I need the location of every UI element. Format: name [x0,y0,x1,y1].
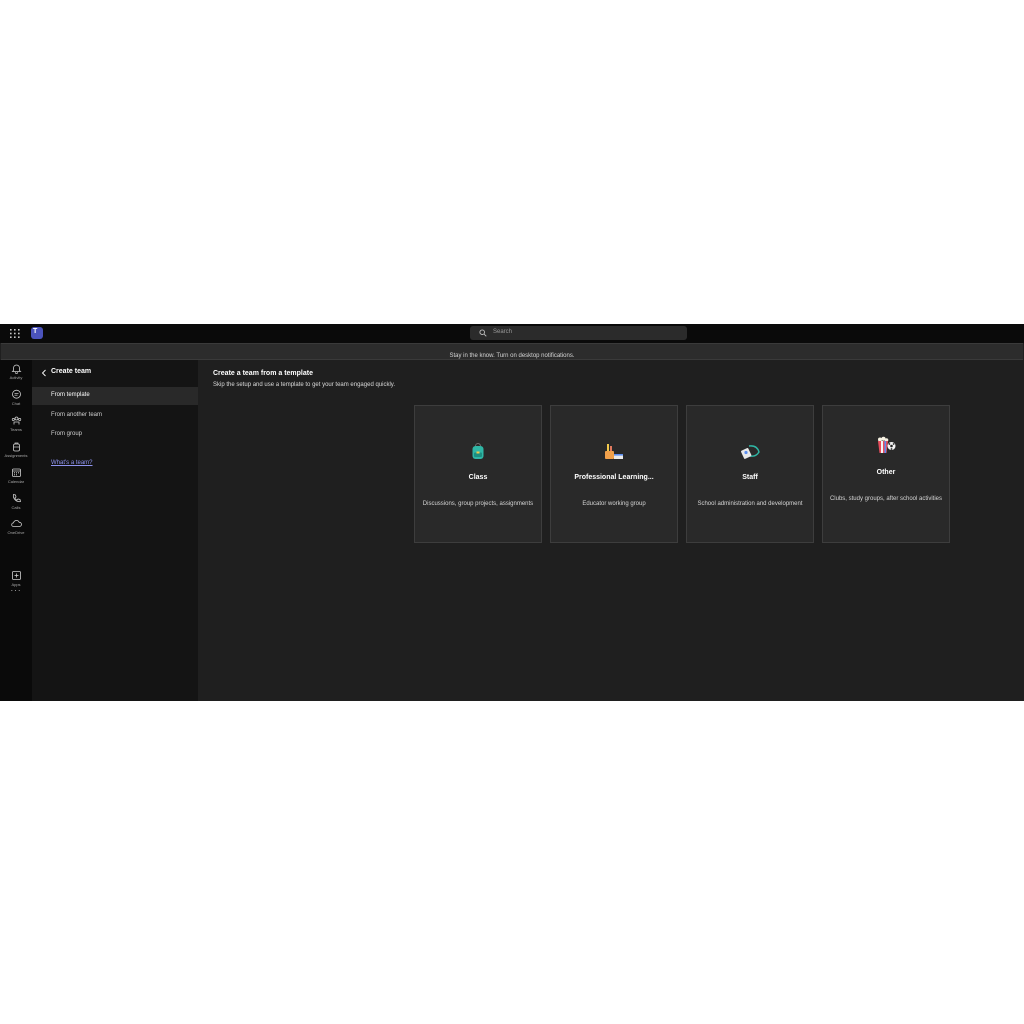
title-bar: T Search [0,324,1024,343]
notification-text: Stay in the know. Turn on desktop notifi… [449,353,575,359]
pencil-cup-icon [605,444,623,459]
create-team-pane: Create team From template From another t… [32,360,198,701]
whats-a-team-link[interactable]: What's a team? [51,460,93,466]
chat-icon [11,389,21,399]
plus-box-icon [11,571,21,580]
page-title: Create a team from a template [213,370,313,377]
rail-item-apps[interactable]: Apps [0,570,32,592]
backpack-icon [472,443,484,459]
rail-item-calls[interactable]: Calls [0,493,32,515]
bell-icon [11,364,21,374]
pane-title: Create team [51,368,92,375]
calendar-icon [11,468,21,477]
template-card-class[interactable]: Class Discussions, group projects, assig… [414,405,542,543]
cloud-icon [10,520,22,527]
teams-logo-icon: T [31,327,43,339]
search-placeholder: Search [493,329,513,335]
popcorn-ball-icon [878,436,896,453]
main-content: Create a team from a template Skip the s… [198,360,1024,701]
rail-item-teams[interactable]: Teams [0,415,32,437]
rail-item-calendar[interactable]: Calendar [0,467,32,489]
nav-from-another-team[interactable]: From another team [32,407,198,425]
template-card-professional-learning[interactable]: Professional Learning... Educator workin… [550,405,678,543]
search-icon [479,329,487,337]
teams-icon [11,416,21,425]
app-launcher-icon[interactable] [9,328,21,339]
id-badge-icon [741,445,760,459]
app-rail: Activity Chat Teams Assignments Calendar… [0,360,32,701]
phone-icon [12,494,21,503]
rail-item-activity[interactable]: Activity [0,363,32,385]
rail-item-onedrive[interactable]: OneDrive [0,518,32,540]
nav-from-template[interactable]: From template [32,387,198,405]
nav-from-group[interactable]: From group [32,426,198,444]
template-card-staff[interactable]: Staff School administration and developm… [686,405,814,543]
teams-window: T Search Stay in the know. Turn on deskt… [0,324,1024,701]
backpack-icon [12,442,20,452]
page-subtitle: Skip the setup and use a template to get… [213,382,396,388]
rail-item-chat[interactable]: Chat [0,389,32,411]
chevron-left-icon[interactable] [41,369,47,377]
rail-item-assignments[interactable]: Assignments [0,441,32,463]
notification-banner[interactable]: Stay in the know. Turn on desktop notifi… [1,343,1023,360]
template-card-other[interactable]: Other Clubs, study groups, after school … [822,405,950,543]
search-input[interactable]: Search [470,326,687,340]
